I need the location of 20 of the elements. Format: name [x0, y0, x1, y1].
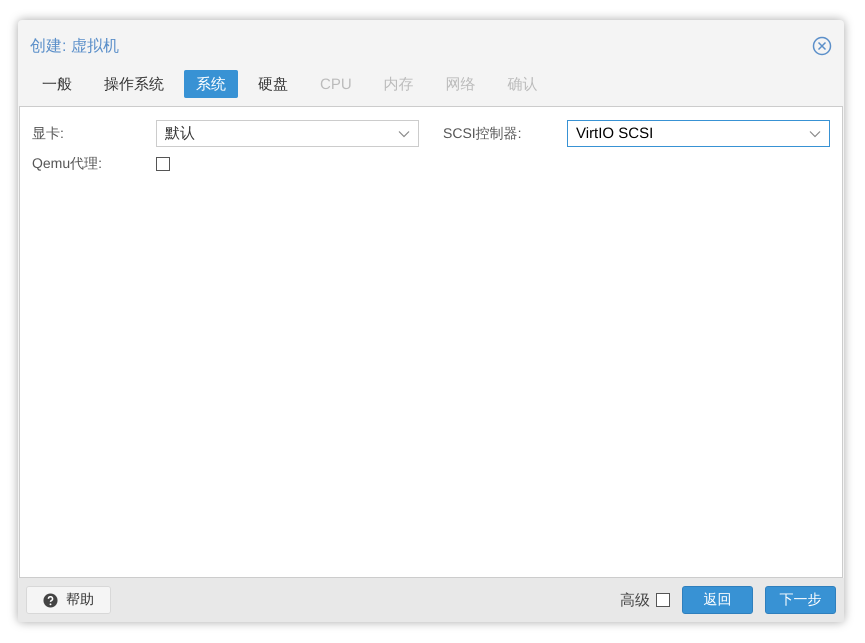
checkbox[interactable]: [156, 157, 170, 171]
advanced-label: 高级: [620, 590, 650, 610]
field-label: 显卡:: [32, 124, 65, 142]
tab[interactable]: 一般: [30, 70, 84, 98]
help-button[interactable]: 帮助: [26, 586, 111, 614]
tab[interactable]: 操作系统: [92, 70, 176, 98]
field-label: Qemu代理:: [32, 155, 104, 173]
chevron-icon: [398, 130, 410, 138]
tab[interactable]: 硬盘: [246, 70, 300, 98]
tab[interactable]: 系统: [184, 70, 238, 98]
checkbox[interactable]: [656, 593, 670, 607]
dialog-button[interactable]: 下一步: [765, 586, 836, 614]
dropdown-field[interactable]: VirtIO SCSI: [567, 120, 830, 147]
field-label: SCSI控制器:: [443, 124, 523, 142]
dropdown-field[interactable]: 默认: [156, 120, 419, 147]
help-icon: [43, 592, 58, 608]
window-title: 创建: 虚拟机: [30, 36, 119, 56]
dialog-button[interactable]: 返回: [682, 586, 753, 614]
chevron-icon: [809, 130, 821, 138]
close-icon[interactable]: [812, 36, 832, 56]
